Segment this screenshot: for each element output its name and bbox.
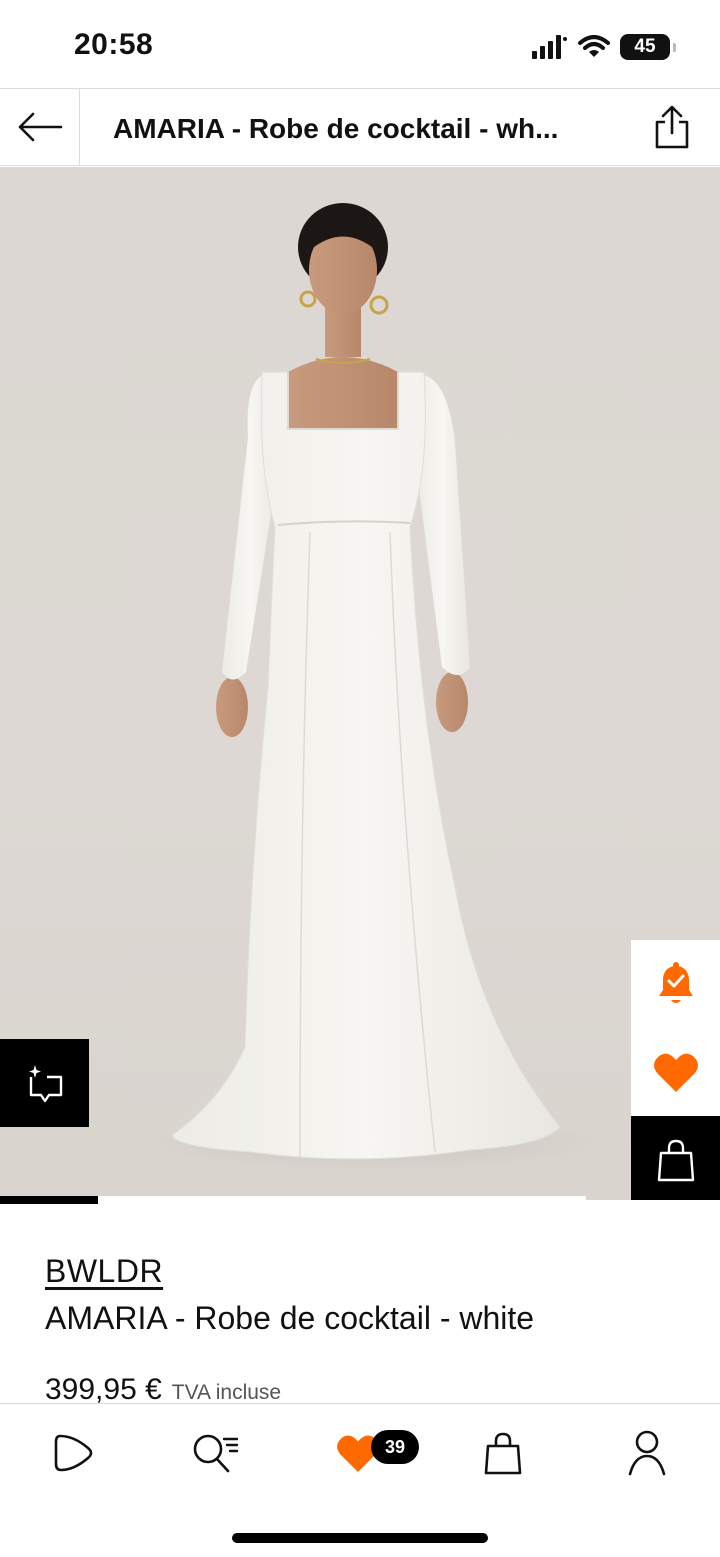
- side-actions: [631, 940, 720, 1200]
- status-time: 20:58: [74, 28, 154, 61]
- tax-note: TVA incluse: [171, 1381, 282, 1404]
- search-icon: [193, 1434, 239, 1473]
- header-title: AMARIA - Robe de cocktail - wh...: [113, 113, 559, 144]
- product-price: 399,95 €: [45, 1373, 162, 1406]
- arrow-left-icon: [18, 112, 62, 142]
- product-photo: [145, 203, 605, 1170]
- nav-account[interactable]: [622, 1428, 672, 1478]
- status-icons: 45: [532, 34, 676, 60]
- heart-icon: [653, 1053, 698, 1092]
- product-header: AMARIA - Robe de cocktail - wh...: [0, 88, 720, 166]
- wishlist-button[interactable]: [631, 1028, 720, 1116]
- nav-bag[interactable]: [478, 1428, 528, 1478]
- share-button[interactable]: [652, 105, 692, 149]
- image-progress-bar: [0, 1196, 586, 1204]
- image-progress-fill: [0, 1196, 98, 1204]
- brand-link[interactable]: BWLDR: [45, 1253, 163, 1290]
- status-bar: 20:58 45: [0, 0, 720, 88]
- add-to-bag-button[interactable]: [631, 1116, 720, 1200]
- bag-icon: [484, 1432, 522, 1475]
- bell-check-icon: [658, 962, 693, 1003]
- bag-icon: [657, 1139, 694, 1182]
- price-row: 399,95 € TVA incluse: [45, 1373, 281, 1407]
- visual-search-button[interactable]: [0, 1039, 89, 1127]
- back-button[interactable]: [0, 89, 80, 165]
- nav-home[interactable]: [48, 1428, 98, 1478]
- visual-search-icon: [28, 1065, 62, 1103]
- wishlist-count-badge: 39: [371, 1430, 419, 1464]
- nav-search[interactable]: [190, 1428, 240, 1478]
- home-indicator: [232, 1533, 488, 1543]
- wifi-icon: [578, 35, 610, 57]
- product-name: AMARIA - Robe de cocktail - white: [45, 1300, 535, 1336]
- user-icon: [628, 1430, 666, 1476]
- battery-indicator: 45: [620, 34, 676, 60]
- product-image-gallery[interactable]: [0, 167, 720, 1200]
- share-icon: [655, 105, 689, 149]
- play-home-icon: [54, 1434, 93, 1472]
- alert-button[interactable]: [631, 940, 720, 1028]
- signal-icon: [532, 35, 567, 59]
